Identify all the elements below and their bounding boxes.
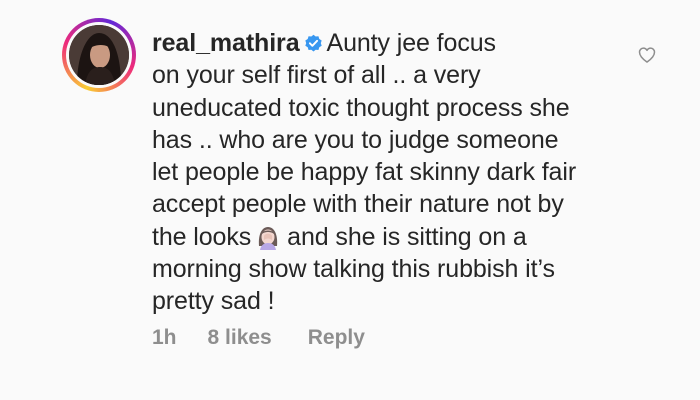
avatar-story-ring[interactable] xyxy=(62,18,136,92)
reply-button[interactable]: Reply xyxy=(308,326,365,350)
comment: real_mathira Aunty jee focus on your self… xyxy=(0,0,700,400)
comment-likes[interactable]: 8 likes xyxy=(208,326,272,350)
like-button[interactable] xyxy=(637,45,657,65)
comment-username[interactable]: real_mathira xyxy=(152,29,300,57)
comment-body: real_mathira Aunty jee focus on your self… xyxy=(152,27,622,318)
heart-outline-icon xyxy=(638,47,656,63)
avatar xyxy=(69,25,129,85)
comment-meta: 1h 8 likes Reply xyxy=(152,323,365,353)
comment-time[interactable]: 1h xyxy=(152,326,177,350)
comment-text: Aunty jee focus on your self first of al… xyxy=(152,29,577,251)
avatar-photo-icon xyxy=(69,25,129,85)
woman-facepalming-icon xyxy=(255,224,281,250)
verified-badge-icon xyxy=(304,34,323,53)
